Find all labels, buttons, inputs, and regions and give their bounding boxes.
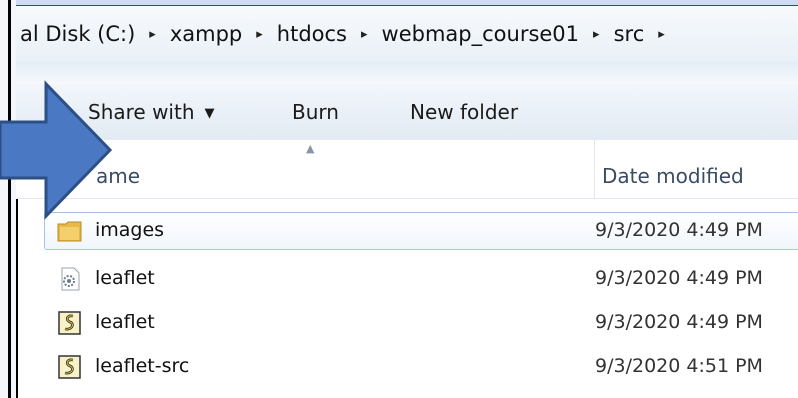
file-name: leaflet-src [95, 355, 190, 377]
breadcrumb-htdocs[interactable]: htdocs [273, 22, 351, 46]
folder-icon [57, 221, 82, 242]
breadcrumb-separator-icon[interactable]: ▸ [583, 27, 610, 42]
column-header-date-modified[interactable]: Date modified [602, 164, 744, 188]
breadcrumb-separator-icon[interactable]: ▸ [648, 27, 675, 42]
file-date-modified: 9/3/2020 4:49 PM [595, 311, 763, 333]
command-toolbar: Share with ▼ Burn New folder [16, 84, 798, 141]
callout-arrow-icon [0, 80, 113, 220]
new-folder-label: New folder [410, 100, 519, 124]
breadcrumb-separator-icon[interactable]: ▸ [139, 27, 166, 42]
toolbar-gradient-band [16, 62, 798, 84]
file-date-modified: 9/3/2020 4:49 PM [595, 219, 763, 241]
file-date-modified: 9/3/2020 4:51 PM [595, 355, 763, 377]
file-name: leaflet [95, 267, 155, 289]
chevron-down-icon: ▼ [204, 106, 215, 121]
file-name: leaflet [95, 311, 155, 333]
breadcrumb-src[interactable]: src [610, 22, 649, 46]
sort-ascending-icon: ▲ [306, 142, 315, 155]
file-row-leaflet-css[interactable]: leaflet 9/3/2020 4:49 PM [44, 260, 798, 298]
burn-button[interactable]: Burn [292, 100, 339, 124]
address-bar[interactable]: al Disk (C:) ▸ xampp ▸ htdocs ▸ webmap_c… [16, 6, 798, 63]
new-folder-button[interactable]: New folder [410, 100, 518, 124]
file-row-leaflet-js[interactable]: leaflet 9/3/2020 4:49 PM [44, 304, 798, 342]
breadcrumb-xampp[interactable]: xampp [166, 22, 246, 46]
breadcrumb-separator-icon[interactable]: ▸ [351, 27, 378, 42]
file-date-modified: 9/3/2020 4:49 PM [595, 267, 763, 289]
breadcrumb-separator-icon[interactable]: ▸ [246, 27, 273, 42]
burn-label: Burn [292, 100, 339, 124]
breadcrumb-webmap-course01[interactable]: webmap_course01 [378, 22, 584, 46]
column-divider[interactable] [594, 140, 595, 198]
js-script-icon [58, 311, 81, 335]
column-header-row: ▲ ame Date modified [16, 140, 798, 199]
file-name: images [95, 219, 165, 241]
breadcrumb-local-disk[interactable]: al Disk (C:) [16, 22, 139, 46]
css-file-icon [61, 267, 80, 291]
file-row-leaflet-src[interactable]: leaflet-src 9/3/2020 4:51 PM [44, 348, 798, 386]
js-script-icon [58, 355, 81, 379]
file-row-images[interactable]: images 9/3/2020 4:49 PM [44, 212, 798, 250]
